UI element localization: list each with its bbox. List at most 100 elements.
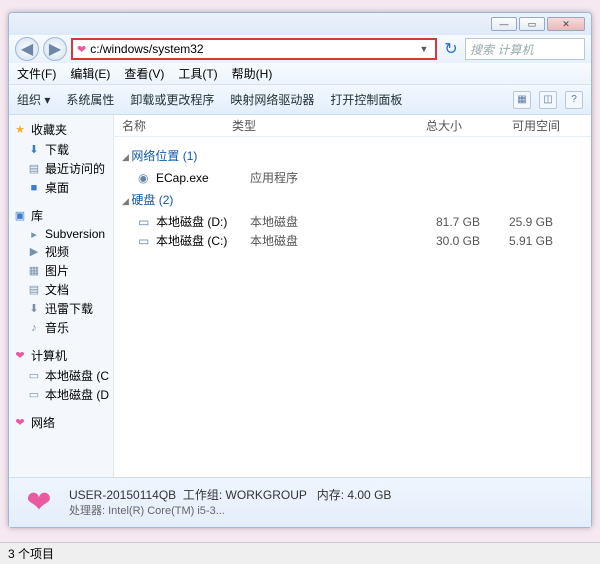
status-text: 3 个项目 xyxy=(8,545,54,562)
list-item-disk-d[interactable]: ▭ 本地磁盘 (D:) 本地磁盘 81.7 GB 25.9 GB xyxy=(122,212,583,231)
menu-tools[interactable]: 工具(T) xyxy=(178,65,217,82)
sidebar-videos[interactable]: ▶ 视频 xyxy=(13,242,109,261)
sidebar-desktop[interactable]: ■桌面 xyxy=(13,178,109,197)
minimize-button[interactable]: — xyxy=(491,17,517,31)
item-type: 本地磁盘 xyxy=(250,232,370,249)
sidebar-item-label: 图片 xyxy=(45,262,69,279)
refresh-button[interactable]: ↻ xyxy=(441,39,461,59)
menu-view[interactable]: 查看(V) xyxy=(124,65,164,82)
sidebar-recent[interactable]: ▤最近访问的 xyxy=(13,159,109,178)
workgroup-value: WORKGROUP xyxy=(226,488,307,502)
preview-pane-icon[interactable]: ◫ xyxy=(539,91,557,109)
details-pane: ❤ USER-20150114QB 工作组: WORKGROUP 内存: 4.0… xyxy=(9,477,591,527)
item-free: 5.91 GB xyxy=(500,234,583,248)
sidebar-documents[interactable]: ▤ 文档 xyxy=(13,280,109,299)
item-name: ECap.exe xyxy=(156,171,250,185)
sidebar-item-label: 最近访问的 xyxy=(45,160,105,177)
group-network-location[interactable]: 网络位置 (1) xyxy=(122,147,583,164)
sidebar-music[interactable]: ♪ 音乐 xyxy=(13,318,109,337)
menu-bar: 文件(F) 编辑(E) 查看(V) 工具(T) 帮助(H) xyxy=(9,63,591,85)
view-mode-icon[interactable]: ▦ xyxy=(513,91,531,109)
drive-icon: ▭ xyxy=(27,388,41,402)
item-type: 本地磁盘 xyxy=(250,213,370,230)
app-icon: ◉ xyxy=(138,171,156,185)
sidebar-favorites-label: 收藏夹 xyxy=(31,121,67,138)
workgroup-label: 工作组: xyxy=(183,488,222,502)
item-name: 本地磁盘 (C:) xyxy=(156,232,250,249)
sidebar-subversion[interactable]: ▸Subversion xyxy=(13,226,109,242)
help-icon[interactable]: ? xyxy=(565,91,583,109)
document-icon: ▤ xyxy=(27,283,41,297)
sidebar-xunlei[interactable]: ⬇ 迅雷下载 xyxy=(13,299,109,318)
toolbar: 组织 ▾ 系统属性 卸载或更改程序 映射网络驱动器 打开控制面板 ▦ ◫ ? xyxy=(9,85,591,115)
sidebar-item-label: 下载 xyxy=(45,141,69,158)
sidebar-item-label: 音乐 xyxy=(45,319,69,336)
sidebar-disk-c[interactable]: ▭本地磁盘 (C xyxy=(13,366,109,385)
col-type[interactable]: 类型 xyxy=(232,117,352,134)
download-icon: ⬇ xyxy=(27,302,41,316)
picture-icon: ▦ xyxy=(27,264,41,278)
heart-icon: ❤ xyxy=(13,416,27,430)
music-icon: ♪ xyxy=(27,321,41,335)
file-list: 网络位置 (1) ◉ ECap.exe 应用程序 硬盘 (2) ▭ 本地磁盘 (… xyxy=(114,137,591,477)
status-bar: 3 个项目 xyxy=(0,542,600,564)
sidebar-downloads[interactable]: ⬇ 下载 xyxy=(13,140,109,159)
item-total: 81.7 GB xyxy=(370,215,500,229)
drive-icon: ▭ xyxy=(138,234,156,248)
drive-icon: ▭ xyxy=(27,369,41,383)
organize-button[interactable]: 组织 ▾ xyxy=(17,91,50,108)
sidebar-item-label: 计算机 xyxy=(31,347,67,364)
maximize-button[interactable]: ▭ xyxy=(519,17,545,31)
search-placeholder: 搜索 计算机 xyxy=(470,41,533,58)
sidebar-item-label: 迅雷下载 xyxy=(45,300,93,317)
forward-button[interactable]: ▶ xyxy=(43,37,67,61)
sidebar-item-label: Subversion xyxy=(45,227,105,241)
system-properties-button[interactable]: 系统属性 xyxy=(66,91,114,108)
list-item-disk-c[interactable]: ▭ 本地磁盘 (C:) 本地磁盘 30.0 GB 5.91 GB xyxy=(122,231,583,250)
sidebar-libraries[interactable]: ▣库 xyxy=(13,207,109,224)
back-button[interactable]: ◀ xyxy=(15,37,39,61)
map-network-drive-button[interactable]: 映射网络驱动器 xyxy=(230,91,314,108)
sidebar-computer[interactable]: ❤ 计算机 xyxy=(13,347,109,364)
heart-icon: ❤ xyxy=(77,43,86,56)
cpu-value: Intel(R) Core(TM) i5-3... xyxy=(108,505,225,517)
address-input[interactable] xyxy=(90,40,417,58)
column-headers: 名称 类型 总大小 可用空间 xyxy=(114,115,591,137)
item-free: 25.9 GB xyxy=(500,215,583,229)
uninstall-button[interactable]: 卸载或更改程序 xyxy=(130,91,214,108)
menu-help[interactable]: 帮助(H) xyxy=(232,65,273,82)
video-icon: ▶ xyxy=(27,245,41,259)
address-bar[interactable]: ❤ ▼ xyxy=(71,38,437,60)
search-box[interactable]: 搜索 计算机 xyxy=(465,38,585,60)
sidebar-item-label: 文档 xyxy=(45,281,69,298)
item-total: 30.0 GB xyxy=(370,234,500,248)
sidebar-item-label: 库 xyxy=(31,207,43,224)
navigation-row: ◀ ▶ ❤ ▼ ↻ 搜索 计算机 xyxy=(9,35,591,63)
menu-file[interactable]: 文件(F) xyxy=(17,65,56,82)
sidebar-pictures[interactable]: ▦ 图片 xyxy=(13,261,109,280)
main-content: 名称 类型 总大小 可用空间 网络位置 (1) ◉ ECap.exe 应用程序 … xyxy=(114,115,591,477)
col-name[interactable]: 名称 xyxy=(122,117,232,134)
list-item-ecap[interactable]: ◉ ECap.exe 应用程序 xyxy=(122,168,583,187)
desktop-icon: ■ xyxy=(27,181,41,195)
item-name: 本地磁盘 (D:) xyxy=(156,213,250,230)
memory-value: 4.00 GB xyxy=(347,488,391,502)
sidebar-item-label: 网络 xyxy=(31,414,55,431)
sidebar-disk-d[interactable]: ▭本地磁盘 (D xyxy=(13,385,109,404)
close-button[interactable]: ✕ xyxy=(547,17,585,31)
drive-icon: ▭ xyxy=(138,215,156,229)
heart-icon: ❤ xyxy=(13,349,27,363)
sidebar-favorites[interactable]: ★ 收藏夹 xyxy=(13,121,109,138)
address-dropdown-icon[interactable]: ▼ xyxy=(417,44,431,54)
col-free[interactable]: 可用空间 xyxy=(482,117,591,134)
star-icon: ★ xyxy=(13,123,27,137)
col-total[interactable]: 总大小 xyxy=(352,117,482,134)
menu-edit[interactable]: 编辑(E) xyxy=(70,65,110,82)
sidebar-network[interactable]: ❤ 网络 xyxy=(13,414,109,431)
open-control-panel-button[interactable]: 打开控制面板 xyxy=(330,91,402,108)
computer-name: USER-20150114QB xyxy=(69,488,176,502)
group-disks[interactable]: 硬盘 (2) xyxy=(122,191,583,208)
download-icon: ⬇ xyxy=(27,143,41,157)
memory-label: 内存: xyxy=(317,488,344,502)
sidebar-item-label: 视频 xyxy=(45,243,69,260)
